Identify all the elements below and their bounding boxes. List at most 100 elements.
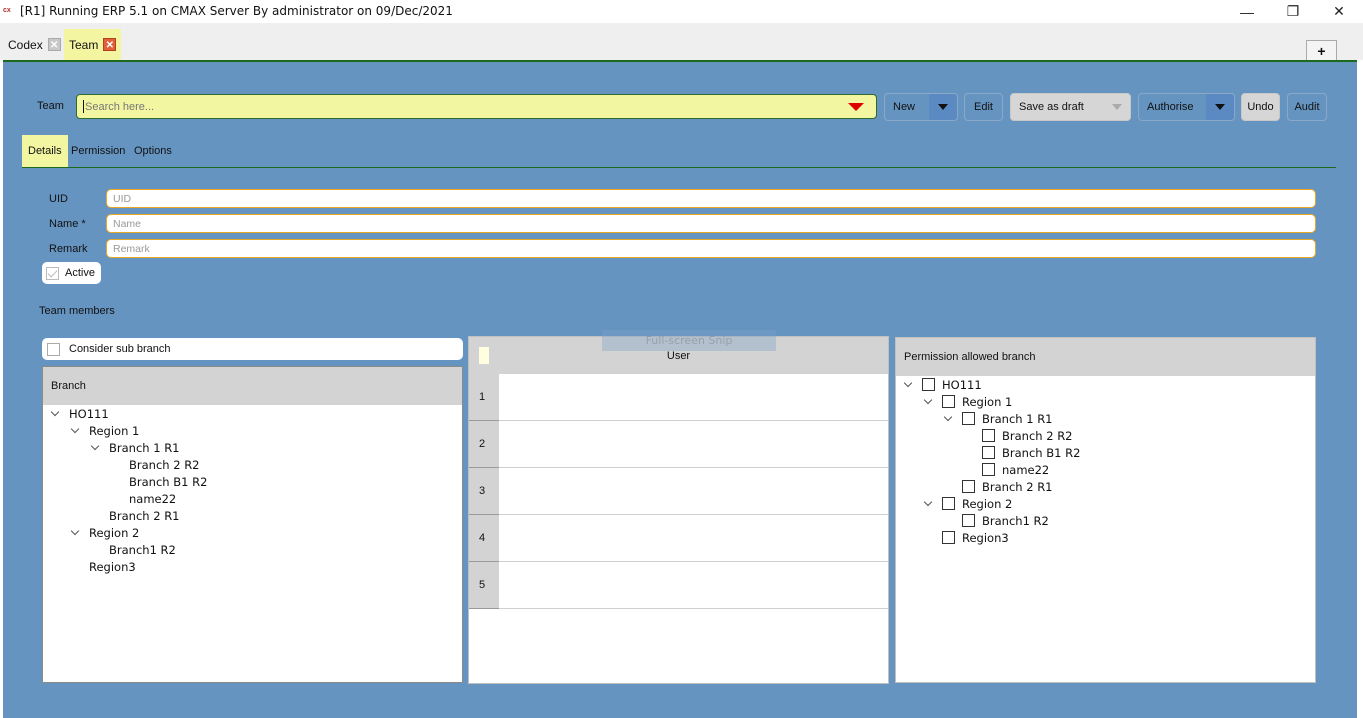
row-number[interactable]: 3 [469,468,499,515]
checkbox-icon[interactable] [942,497,955,510]
close-tab-icon[interactable]: ✕ [103,38,117,51]
edit-button[interactable]: Edit [964,93,1003,121]
tree-node[interactable]: Branch B1 R2 [47,473,462,490]
user-column-header[interactable]: User [667,350,690,362]
save-draft-label: Save as draft [1019,101,1084,113]
chevron-down-icon[interactable] [89,441,101,454]
user-cell[interactable] [499,421,888,468]
tree-node[interactable]: Branch 1 R1 [47,439,462,456]
tree-node[interactable]: Region 1 [900,393,1315,410]
tree-node[interactable]: Branch1 R2 [900,512,1315,529]
close-button[interactable]: ✕ [1316,0,1362,23]
checkbox-icon[interactable] [982,463,995,476]
doc-tab-label: Team [69,37,99,52]
user-cell[interactable] [499,515,888,562]
checkbox-icon[interactable] [982,446,995,459]
save-as-draft-button[interactable]: Save as draft [1010,93,1131,121]
snip-overlay: Full-screen Snip [602,330,776,351]
user-cell[interactable] [499,562,888,609]
select-all-cell[interactable] [479,347,489,364]
tree-node[interactable]: HO111 [47,405,462,422]
new-tab-button[interactable]: + [1306,40,1337,61]
team-members-title: Team members [39,305,115,317]
user-grid: User 12345 [468,336,889,684]
row-number[interactable]: 1 [469,374,499,421]
chevron-down-icon[interactable] [942,412,954,425]
tree-node[interactable]: Branch 2 R2 [47,456,462,473]
authorise-button[interactable]: Authorise [1138,93,1235,121]
name-input[interactable]: Name [106,214,1316,233]
branch-tree: HO111 Region 1 Branch 1 R1 Branch 2 R2 Branc… [43,405,462,575]
chevron-down-icon[interactable] [69,526,81,539]
tree-node-label: Branch B1 R2 [1002,445,1081,460]
row-number[interactable]: 5 [469,562,499,609]
tree-node[interactable]: Branch B1 R2 [900,444,1315,461]
new-dropdown-toggle[interactable] [929,94,957,120]
chevron-down-icon [1215,104,1225,110]
row-number[interactable]: 2 [469,421,499,468]
tree-node[interactable]: Branch 2 R1 [900,478,1315,495]
tab-details[interactable]: Details [22,135,68,167]
checkbox-icon[interactable] [942,531,955,544]
tree-node[interactable]: name22 [900,461,1315,478]
row-number[interactable]: 4 [469,515,499,562]
checkbox-icon[interactable] [962,412,975,425]
tree-node[interactable]: Branch 2 R2 [900,427,1315,444]
chevron-down-icon[interactable] [69,424,81,437]
tree-node[interactable]: HO111 [900,376,1315,393]
text-caret [83,100,84,113]
audit-button[interactable]: Audit [1287,93,1327,121]
checkbox-icon[interactable] [962,480,975,493]
new-button[interactable]: New [884,93,958,121]
tree-node[interactable]: Branch 2 R1 [47,507,462,524]
minimize-button[interactable]: — [1224,0,1270,23]
tree-node[interactable]: Region3 [900,529,1315,546]
tree-node-label: Region 2 [962,496,1013,511]
checkbox-icon[interactable] [942,395,955,408]
close-tab-icon[interactable]: ✕ [47,38,61,51]
tab-permission[interactable]: Permission [65,135,131,167]
tree-node[interactable]: Region 2 [900,495,1315,512]
branch-header: Branch [43,367,462,405]
restore-icon: ❐ [1286,3,1300,19]
tree-node-label: Region 1 [89,423,140,438]
tree-node[interactable]: Branch1 R2 [47,541,462,558]
active-checkbox[interactable]: Active [42,262,101,284]
doc-tab-team[interactable]: Team ✕ [64,29,122,60]
uid-input[interactable]: UID [106,189,1316,208]
chevron-down-icon[interactable] [49,407,61,420]
checkbox-icon[interactable] [962,514,975,527]
tree-node-label: Region3 [962,530,1009,545]
chevron-down-icon[interactable] [902,378,914,391]
authorise-dropdown-toggle[interactable] [1206,94,1234,120]
undo-button[interactable]: Undo [1241,93,1280,121]
consider-sub-branch-checkbox[interactable]: Consider sub branch [42,338,463,360]
checkbox-checked-icon [46,266,59,280]
save-draft-dropdown[interactable] [1112,104,1122,110]
doc-tab-codex[interactable]: Codex ✕ [3,29,66,60]
tree-node[interactable]: Branch 1 R1 [900,410,1315,427]
tree-node[interactable]: name22 [47,490,462,507]
team-search-input[interactable]: Search here... [76,94,877,119]
checkbox-icon[interactable] [982,429,995,442]
authorise-label: Authorise [1147,101,1194,113]
user-cell[interactable] [499,374,888,421]
user-cell[interactable] [499,468,888,515]
tree-node-label: Branch 2 R1 [109,508,180,523]
restore-button[interactable]: ❐ [1270,0,1316,23]
chevron-down-icon[interactable] [922,497,934,510]
branch-panel: Branch HO111 Region 1 Branch 1 R1 Branch 2 … [42,366,463,683]
chevron-down-icon [938,104,948,110]
chevron-down-icon[interactable] [922,395,934,408]
dropdown-arrow-icon[interactable] [848,103,864,111]
remark-input[interactable]: Remark [106,239,1316,258]
tree-node-label: Branch 2 R2 [1002,428,1073,443]
tree-node[interactable]: Region3 [47,558,462,575]
name-placeholder: Name [113,217,142,230]
tree-node[interactable]: Region 1 [47,422,462,439]
checkbox-icon[interactable] [922,378,935,391]
tree-node-label: Region 2 [89,525,140,540]
tree-node[interactable]: Region 2 [47,524,462,541]
checkbox-icon [47,342,60,356]
tab-options[interactable]: Options [128,135,178,167]
